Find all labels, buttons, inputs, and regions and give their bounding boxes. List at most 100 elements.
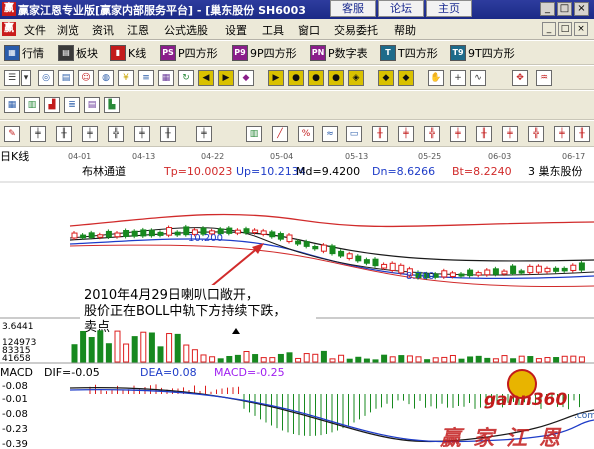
volume-bar <box>131 336 138 363</box>
menu-icon[interactable]: ☰ <box>4 70 20 86</box>
quote-button[interactable]: ▦ 行情 <box>4 44 44 62</box>
chart-icon[interactable]: ▟ <box>44 97 60 113</box>
menu-info[interactable]: 资讯 <box>92 22 114 38</box>
menu-tools[interactable]: 工具 <box>262 22 284 38</box>
forum-link[interactable]: 论坛 <box>378 0 424 17</box>
diamond-icon[interactable]: ◆ <box>238 70 254 86</box>
maximize-button[interactable]: □ <box>557 2 572 16</box>
cross-icon[interactable]: + <box>450 70 466 86</box>
indicator-name: 布林通道 <box>82 164 126 178</box>
candle-body <box>226 227 233 234</box>
doc-minimize-button[interactable]: _ <box>542 22 556 36</box>
volume-bar <box>346 358 353 363</box>
grid-icon[interactable]: ▥ <box>24 97 40 113</box>
candlesticks <box>71 224 585 280</box>
fan-icon[interactable]: ╬ <box>528 126 544 142</box>
menu-file[interactable]: 文件 <box>24 22 46 38</box>
table-icon[interactable]: ▤ <box>84 97 100 113</box>
fan-icon[interactable]: ╪ <box>196 126 212 142</box>
9t-square-button[interactable]: T9 9T四方形 <box>450 44 515 62</box>
menu-browse[interactable]: 浏览 <box>57 22 79 38</box>
sector-button[interactable]: ▤ 板块 <box>58 44 98 62</box>
app-menu-icon[interactable]: 赢 <box>2 22 16 36</box>
fan-icon[interactable]: ╪ <box>30 126 46 142</box>
doc-restore-button[interactable]: □ <box>558 22 572 36</box>
fan-icon[interactable]: ╪ <box>82 126 98 142</box>
date-tick-label: 05-13 <box>345 152 368 161</box>
p-number-button[interactable]: PN P数字表 <box>310 44 368 62</box>
menu-help[interactable]: 帮助 <box>394 22 416 38</box>
circle-icon[interactable]: ● <box>308 70 324 86</box>
fan-icon[interactable]: ▥ <box>246 126 262 142</box>
kline-button[interactable]: ▮ K线 <box>110 44 146 62</box>
fan-icon[interactable]: ╬ <box>108 126 124 142</box>
play-icon[interactable]: ▶ <box>268 70 284 86</box>
fan-icon[interactable]: ╬ <box>424 126 440 142</box>
chart-icon[interactable]: ♒ <box>536 70 552 86</box>
file-icon[interactable]: ▤ <box>58 70 74 86</box>
circle-icon[interactable]: ● <box>288 70 304 86</box>
diamond-icon[interactable]: ◆ <box>398 70 414 86</box>
volume-bar <box>269 357 276 363</box>
circle-icon[interactable]: ◈ <box>348 70 364 86</box>
play-right-icon[interactable]: ▶ <box>218 70 234 86</box>
pencil-icon[interactable]: ✎ <box>4 126 20 142</box>
customer-service-link[interactable]: 客服 <box>330 0 376 17</box>
list-icon[interactable]: ≡ <box>138 70 154 86</box>
circle-icon[interactable]: ● <box>328 70 344 86</box>
doc-close-button[interactable]: × <box>574 22 588 36</box>
fan-icon[interactable]: ╫ <box>372 126 388 142</box>
fan-icon[interactable]: ╫ <box>574 126 590 142</box>
user-icon[interactable]: ☺ <box>78 70 94 86</box>
fan-icon[interactable]: ╪ <box>398 126 414 142</box>
play-left-icon[interactable]: ◀ <box>198 70 214 86</box>
homepage-link[interactable]: 主页 <box>426 0 472 17</box>
line-icon[interactable]: ≈ <box>322 126 338 142</box>
hand-icon[interactable]: ✋ <box>428 70 444 86</box>
cursor-icon[interactable]: ✥ <box>512 70 528 86</box>
menu-settings[interactable]: 设置 <box>225 22 247 38</box>
cycle-icon[interactable]: ↻ <box>178 70 194 86</box>
volume-bar <box>415 356 422 363</box>
dropdown-icon[interactable]: ▾ <box>21 70 31 86</box>
volume-bar <box>449 354 456 363</box>
fan-icon[interactable]: ╪ <box>554 126 570 142</box>
list-icon[interactable]: ≣ <box>64 97 80 113</box>
volume-bar <box>148 332 155 363</box>
fan-icon[interactable]: ╪ <box>502 126 518 142</box>
p-square-button[interactable]: PS P四方形 <box>160 44 218 62</box>
menu-trade[interactable]: 交易委托 <box>334 22 378 38</box>
fan-icon[interactable]: ╪ <box>134 126 150 142</box>
fan-icon[interactable]: ╪ <box>450 126 466 142</box>
diamond-icon[interactable]: ◆ <box>378 70 394 86</box>
volume-bar <box>88 337 95 363</box>
t-square-button[interactable]: T T四方形 <box>380 44 438 62</box>
chart-panel[interactable]: 日K线 04-01 04-13 04-22 05-04 05-13 05-25 06-03 0… <box>0 148 594 449</box>
dif-value: DIF=-0.05 <box>44 366 100 379</box>
period-label: 日K线 <box>0 149 29 163</box>
fan-icon[interactable]: ╫ <box>160 126 176 142</box>
fan-icon[interactable]: ╫ <box>476 126 492 142</box>
volume-bar <box>260 357 267 363</box>
date-tick-label: 04-01 <box>68 152 91 161</box>
volume-bar <box>389 356 396 363</box>
grid-icon[interactable]: ▦ <box>158 70 174 86</box>
minimize-button[interactable]: _ <box>540 2 555 16</box>
percent-icon[interactable]: % <box>298 126 314 142</box>
menu-gann[interactable]: 江恩 <box>127 22 149 38</box>
9p-square-button[interactable]: P9 9P四方形 <box>232 44 297 62</box>
box-icon[interactable]: ▭ <box>346 126 362 142</box>
menu-formula-select[interactable]: 公式选股 <box>164 22 208 38</box>
analysis-icon[interactable]: ◎ <box>38 70 54 86</box>
menu-window[interactable]: 窗口 <box>298 22 320 38</box>
line-icon[interactable]: ╱ <box>272 126 288 142</box>
kline-chart[interactable]: 日K线 04-01 04-13 04-22 05-04 05-13 05-25 06-03 0… <box>0 148 594 449</box>
fan-icon[interactable]: ╫ <box>56 126 72 142</box>
volume-bar <box>484 357 491 363</box>
coin-icon[interactable]: ¥ <box>118 70 134 86</box>
close-button[interactable]: × <box>574 2 589 16</box>
calendar-icon[interactable]: ▦ <box>4 97 20 113</box>
chart-icon[interactable]: ▙ <box>104 97 120 113</box>
wave-icon[interactable]: ∿ <box>470 70 486 86</box>
globe-icon[interactable]: ◍ <box>98 70 114 86</box>
